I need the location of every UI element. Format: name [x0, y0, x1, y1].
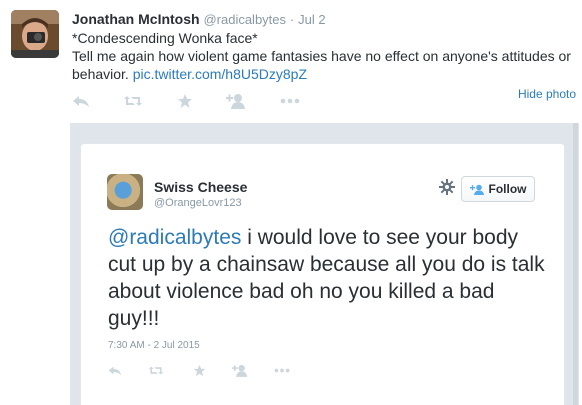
embedded-timestamp: 7:30 AM - 2 Jul 2015	[108, 340, 200, 351]
tweet-line-2: Tell me again how violent game fantasies…	[72, 47, 572, 83]
photo-link[interactable]: pic.twitter.com/h8U5Dzy8pZ	[133, 66, 307, 82]
author-handle[interactable]: @radicalbytes	[203, 12, 286, 27]
embedded-author-handle: @OrangeLovr123	[154, 197, 242, 209]
follow-label: Follow	[488, 182, 527, 196]
author-name[interactable]: Jonathan McIntosh	[72, 11, 200, 27]
hide-photo-link[interactable]: Hide photo	[518, 87, 576, 101]
scrollbar[interactable]	[573, 123, 578, 405]
reply-icon	[108, 366, 122, 376]
retweet-icon	[148, 366, 164, 375]
follow-icon[interactable]	[226, 93, 246, 109]
retweet-icon[interactable]	[123, 93, 143, 109]
gear-icon[interactable]	[439, 179, 455, 195]
embedded-tweet-text: @radicalbytes i would love to see your b…	[108, 224, 548, 332]
more-icon	[274, 368, 290, 373]
reply-icon[interactable]	[72, 93, 90, 109]
embedded-mention: @radicalbytes	[108, 226, 242, 249]
author-photo	[11, 10, 59, 58]
tweet-line-1: *Condescending Wonka face*	[72, 30, 258, 46]
tweet-actions	[72, 93, 312, 113]
embedded-actions	[108, 364, 308, 380]
favorite-icon[interactable]	[177, 93, 193, 109]
add-user-icon	[469, 184, 484, 195]
embedded-author-name: Swiss Cheese	[154, 179, 248, 195]
more-icon[interactable]	[280, 93, 300, 109]
author-avatar[interactable]	[11, 10, 59, 58]
embedded-tweet-card: Swiss Cheese @OrangeLovr123 Follow @radi…	[80, 143, 565, 405]
favorite-icon	[193, 364, 206, 377]
tweet-date[interactable]: Jul 2	[298, 12, 325, 27]
follow-button[interactable]: Follow	[461, 176, 535, 202]
follow-icon	[232, 364, 248, 377]
meta-separator: ·	[289, 12, 295, 27]
embedded-photo[interactable]: Swiss Cheese @OrangeLovr123 Follow @radi…	[70, 123, 579, 405]
tweet-text: *Condescending Wonka face* Tell me again…	[72, 29, 572, 83]
embedded-avatar[interactable]	[107, 174, 143, 210]
tweet-header: Jonathan McIntosh @radicalbytes · Jul 2	[72, 11, 326, 27]
